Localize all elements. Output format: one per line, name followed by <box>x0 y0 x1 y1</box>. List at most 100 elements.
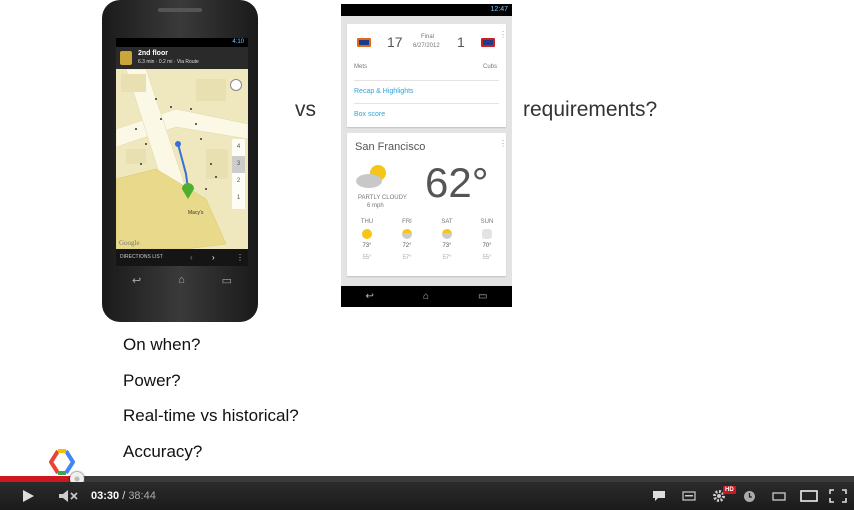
back-icon: ↩ <box>365 291 374 302</box>
forecast-day-label: SUN <box>480 219 494 225</box>
home-score: 17 <box>387 34 403 50</box>
home-icon: ⌂ <box>422 291 429 302</box>
chevron-left-icon: ‹ <box>190 253 193 262</box>
google-developers-logo-icon <box>49 449 75 475</box>
destination-label: Macy's <box>188 210 204 216</box>
forecast-high: 73° <box>442 243 452 249</box>
android-nav-bar: ↩ ⌂ ▭ <box>341 286 512 307</box>
game-date: 6/27/2012 <box>413 43 440 49</box>
phone-body: 4:10 2nd floor 6.3 min · 0.2 mi · Via Ro… <box>102 0 258 322</box>
box-score-link[interactable]: Box score <box>354 111 385 118</box>
overflow-menu-icon: ⋮ <box>236 253 244 262</box>
bullet-power: Power? <box>123 371 181 390</box>
small-player-button[interactable] <box>768 482 790 510</box>
nav-subtitle: 6.3 min · 0.2 mi · Via Route <box>138 59 199 65</box>
forecast-day: THU 73° 55° <box>347 219 387 261</box>
current-time: 03:30 <box>91 490 120 502</box>
away-team-name: Cubs <box>483 64 498 70</box>
requirements-label: requirements? <box>523 98 658 121</box>
large-player-button[interactable] <box>797 482 821 510</box>
divider <box>354 80 499 81</box>
video-frame[interactable]: 4:10 2nd floor 6.3 min · 0.2 mi · Via Ro… <box>0 0 854 476</box>
cubs-logo-icon <box>481 38 495 47</box>
forecast-low: 57° <box>442 255 452 261</box>
forecast-low: 55° <box>482 255 492 261</box>
partly-cloudy-icon <box>402 229 412 239</box>
annotations-button[interactable] <box>678 482 700 510</box>
forecast-day-label: SAT <box>441 219 453 225</box>
status-bar: 12:47 <box>341 4 512 16</box>
phone-now-image: 12:47 17 Final 6/27/2012 1 ⋮ Mets Cubs R… <box>341 4 512 307</box>
forecast-high: 72° <box>402 243 412 249</box>
map-brand: Google <box>119 239 140 247</box>
directions-list-bar: DIRECTIONS LIST ‹ › ⋮ <box>116 249 248 266</box>
vs-label: vs <box>295 98 316 121</box>
floor-option[interactable]: 1 <box>232 190 245 207</box>
away-score: 1 <box>457 34 465 50</box>
home-icon: ⌂ <box>178 274 185 286</box>
divider <box>354 103 499 104</box>
card-menu-icon[interactable]: ⋮ <box>499 30 507 39</box>
bullet-on-when: On when? <box>123 335 201 354</box>
recap-link[interactable]: Recap & Highlights <box>354 88 414 95</box>
clock-icon <box>743 490 755 502</box>
navigation-header: 2nd floor 6.3 min · 0.2 mi · Via Route <box>116 47 248 69</box>
forecast-day: SAT 73° 57° <box>427 219 467 261</box>
location-icon[interactable] <box>230 79 242 91</box>
captions-icon <box>653 491 665 501</box>
indoor-map: Macy's Google 4 3 2 1 <box>116 68 248 250</box>
phone-speaker <box>158 8 202 12</box>
weather-city: San Francisco <box>355 141 426 153</box>
directions-list-label: DIRECTIONS LIST <box>120 254 163 260</box>
mets-logo-icon <box>357 38 371 47</box>
game-status: Final <box>421 34 435 40</box>
direction-sign-icon <box>120 51 132 65</box>
forecast-low: 57° <box>402 255 412 261</box>
sun-icon <box>362 229 372 239</box>
cloud-icon <box>482 229 492 239</box>
nav-title: 2nd floor <box>138 50 168 57</box>
bullet-accuracy: Accuracy? <box>123 442 203 461</box>
play-icon <box>23 490 34 502</box>
chevron-right-icon: › <box>212 253 215 262</box>
hd-badge: HD <box>723 486 736 494</box>
forecast-day: SUN 70° 55° <box>467 219 507 261</box>
play-button[interactable] <box>14 482 42 510</box>
floor-option[interactable]: 4 <box>232 139 245 156</box>
phone-hardware-buttons: ↩ ⌂ ▭ <box>132 274 232 288</box>
maps-screen: 4:10 2nd floor 6.3 min · 0.2 mi · Via Ro… <box>116 38 248 266</box>
partly-cloudy-icon <box>356 165 386 188</box>
forecast-high: 73° <box>362 243 372 249</box>
forecast-day-label: FRI <box>402 219 412 225</box>
fullscreen-icon <box>829 489 847 503</box>
time-separator: / <box>119 490 129 502</box>
sports-card: 17 Final 6/27/2012 1 ⋮ Mets Cubs Recap &… <box>347 24 507 127</box>
forecast-day-label: THU <box>360 219 374 225</box>
weather-card: San Francisco ⋮ PARTLY CLOUDY 6 mph 62° … <box>347 133 507 276</box>
mute-button[interactable] <box>56 482 82 510</box>
status-bar: 4:10 <box>116 38 248 47</box>
forecast-high: 70° <box>482 243 492 249</box>
partly-cloudy-icon <box>442 229 452 239</box>
home-team-name: Mets <box>354 64 368 70</box>
weather-wind: 6 mph <box>367 203 384 209</box>
watch-later-button[interactable] <box>738 482 760 510</box>
captions-button[interactable] <box>648 482 670 510</box>
time-display: 03:30 / 38:44 <box>91 490 156 502</box>
floor-option[interactable]: 2 <box>232 173 245 190</box>
large-player-icon <box>800 490 818 502</box>
forecast-low: 55° <box>362 255 372 261</box>
volume-muted-icon <box>59 490 78 502</box>
floor-option-selected[interactable]: 3 <box>232 156 245 173</box>
fullscreen-button[interactable] <box>826 482 850 510</box>
map-drawing: Macy's Google <box>116 68 248 250</box>
floor-picker[interactable]: 4 3 2 1 <box>232 139 245 209</box>
card-menu-icon[interactable]: ⋮ <box>499 139 507 148</box>
annotations-icon <box>682 491 696 501</box>
total-time: 38:44 <box>128 490 156 502</box>
recent-apps-icon: ▭ <box>478 291 488 302</box>
small-player-icon <box>772 492 786 501</box>
weather-condition: PARTLY CLOUDY <box>358 195 407 201</box>
back-icon: ↩ <box>132 275 142 287</box>
bullet-realtime: Real-time vs historical? <box>123 406 299 425</box>
